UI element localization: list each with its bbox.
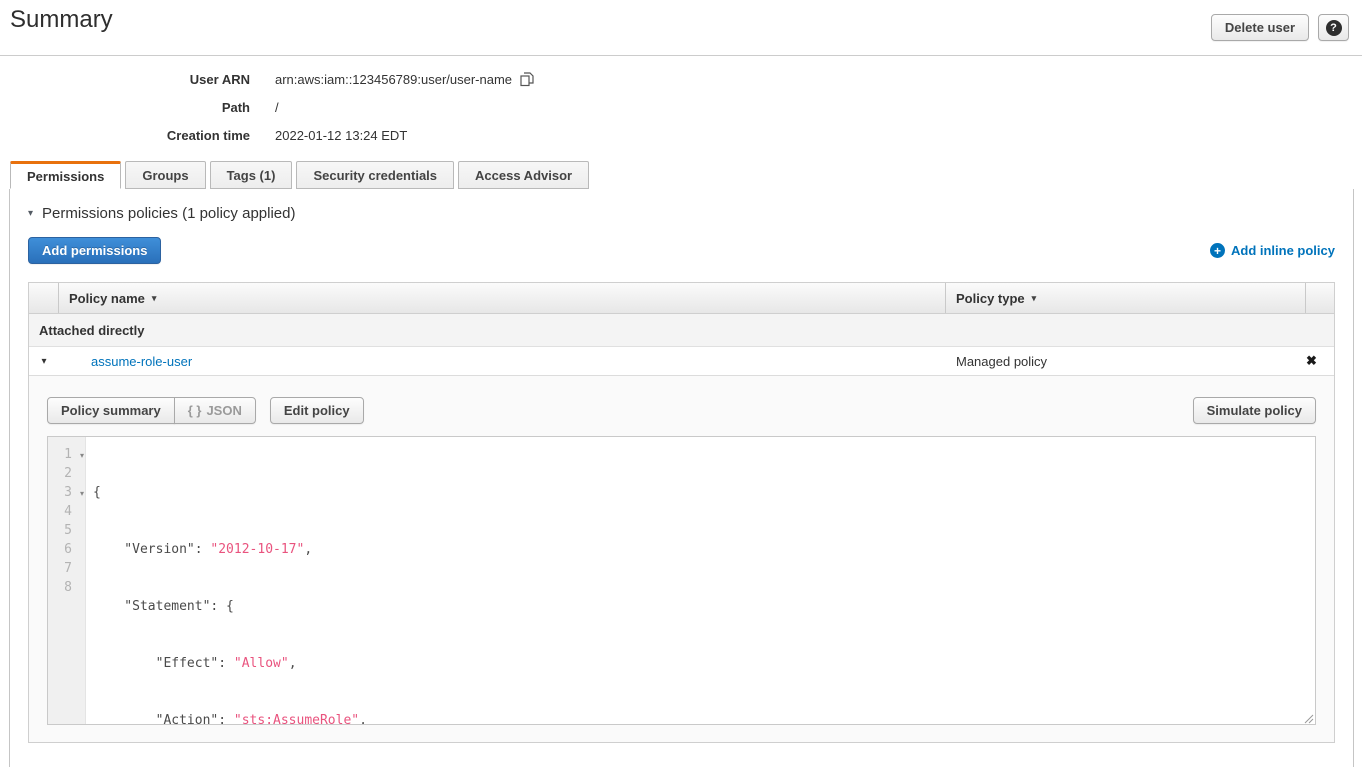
detail-row-user-arn: User ARN arn:aws:iam::123456789:user/use… xyxy=(0,65,1362,93)
policy-name-link[interactable]: assume-role-user xyxy=(91,354,192,369)
policy-detail-panel: Policy summary { } JSON Edit policy Simu… xyxy=(29,376,1334,742)
user-arn-label: User ARN xyxy=(0,72,250,87)
code-line: "Effect": "Allow", xyxy=(93,654,1315,673)
detach-policy-icon[interactable]: ✖ xyxy=(1306,353,1334,369)
tab-security-credentials[interactable]: Security credentials xyxy=(296,161,454,189)
group-row-attached-directly: Attached directly xyxy=(29,314,1334,347)
detail-row-creation-time: Creation time 2022-01-12 13:24 EDT xyxy=(0,121,1362,149)
add-inline-policy-link[interactable]: + Add inline policy xyxy=(1210,243,1335,258)
line-number: 3 xyxy=(64,485,72,500)
column-header-policy-type[interactable]: Policy type ▾ xyxy=(946,283,1306,313)
json-button-label: JSON xyxy=(206,403,241,418)
tab-bar: Permissions Groups Tags (1) Security cre… xyxy=(0,161,1362,189)
path-value: / xyxy=(275,100,279,115)
table-row-assume-role-user: ▾ assume-role-user Managed policy ✖ xyxy=(29,347,1334,376)
policy-json-editor[interactable]: 1 ▾ 2 3 ▾ 4 5 6 7 8 { "Version": "2012-10-… xyxy=(47,436,1316,725)
page-header: Summary Delete user ? xyxy=(0,0,1362,56)
table-header-row: Policy name ▾ Policy type ▾ xyxy=(29,283,1334,314)
policy-name-header-label: Policy name xyxy=(69,291,145,306)
code-line: "Version": "2012-10-17", xyxy=(93,540,1315,559)
actions-column-header xyxy=(1306,283,1334,313)
sort-arrow-icon: ▾ xyxy=(1032,293,1037,304)
fold-arrow-icon[interactable]: ▾ xyxy=(80,446,84,465)
policy-type-header-label: Policy type xyxy=(956,291,1025,306)
code-line: "Statement": { xyxy=(93,597,1315,616)
plus-circle-icon: + xyxy=(1210,243,1225,258)
line-number: 5 xyxy=(64,523,72,538)
delete-user-button[interactable]: Delete user xyxy=(1211,14,1309,41)
edit-policy-button[interactable]: Edit policy xyxy=(270,397,364,424)
user-details: User ARN arn:aws:iam::123456789:user/use… xyxy=(0,56,1362,149)
code-line: { xyxy=(93,483,1315,502)
line-number: 4 xyxy=(64,504,72,519)
sort-arrow-icon: ▾ xyxy=(152,293,157,304)
tab-permissions[interactable]: Permissions xyxy=(10,161,121,189)
policy-view-toolbar: Policy summary { } JSON Edit policy Simu… xyxy=(47,397,1316,424)
json-view-button[interactable]: { } JSON xyxy=(174,397,256,424)
permissions-policies-title: Permissions policies (1 policy applied) xyxy=(42,205,295,222)
help-button[interactable]: ? xyxy=(1318,14,1349,41)
add-permissions-button[interactable]: Add permissions xyxy=(28,237,161,264)
line-number: 7 xyxy=(64,561,72,576)
fold-arrow-icon[interactable]: ▾ xyxy=(80,484,84,503)
detail-row-path: Path / xyxy=(0,93,1362,121)
add-inline-policy-label: Add inline policy xyxy=(1231,243,1335,258)
braces-icon: { } xyxy=(188,403,202,418)
policy-type-value: Managed policy xyxy=(946,354,1306,369)
header-actions: Delete user ? xyxy=(1211,14,1349,41)
tab-groups[interactable]: Groups xyxy=(125,161,205,189)
column-header-policy-name[interactable]: Policy name ▾ xyxy=(59,283,946,313)
row-expander-icon[interactable]: ▾ xyxy=(29,356,59,367)
creation-time-value: 2022-01-12 13:24 EDT xyxy=(275,128,407,143)
resize-handle[interactable] xyxy=(1302,711,1314,723)
policy-view-switcher: Policy summary { } JSON xyxy=(47,397,256,424)
policy-summary-button[interactable]: Policy summary xyxy=(47,397,175,424)
tab-access-advisor[interactable]: Access Advisor xyxy=(458,161,589,189)
line-number: 6 xyxy=(64,542,72,557)
user-arn-value: arn:aws:iam::123456789:user/user-name xyxy=(275,72,512,87)
path-label: Path xyxy=(0,100,250,115)
tab-tags[interactable]: Tags (1) xyxy=(210,161,293,189)
permissions-policies-toggle[interactable]: ▾ Permissions policies (1 policy applied… xyxy=(28,189,1335,222)
editor-gutter: 1 ▾ 2 3 ▾ 4 5 6 7 8 xyxy=(48,437,86,724)
permissions-tab-panel: ▾ Permissions policies (1 policy applied… xyxy=(9,189,1354,767)
code-line: "Action": "sts:AssumeRole", xyxy=(93,711,1315,724)
creation-time-label: Creation time xyxy=(0,128,250,143)
line-number: 1 xyxy=(64,447,72,462)
permissions-toolbar: Add permissions + Add inline policy xyxy=(28,237,1335,264)
line-number: 2 xyxy=(64,466,72,481)
line-number: 8 xyxy=(64,580,72,595)
page-title: Summary xyxy=(10,6,113,34)
copy-icon[interactable] xyxy=(519,71,535,87)
editor-code-area[interactable]: { "Version": "2012-10-17", "Statement": … xyxy=(86,437,1315,724)
group-row-label: Attached directly xyxy=(39,323,144,338)
expander-column-header xyxy=(29,283,59,313)
chevron-down-icon: ▾ xyxy=(28,208,33,219)
simulate-policy-button[interactable]: Simulate policy xyxy=(1193,397,1316,424)
question-mark-icon: ? xyxy=(1326,20,1342,36)
policy-table: Policy name ▾ Policy type ▾ Attached dir… xyxy=(28,282,1335,743)
